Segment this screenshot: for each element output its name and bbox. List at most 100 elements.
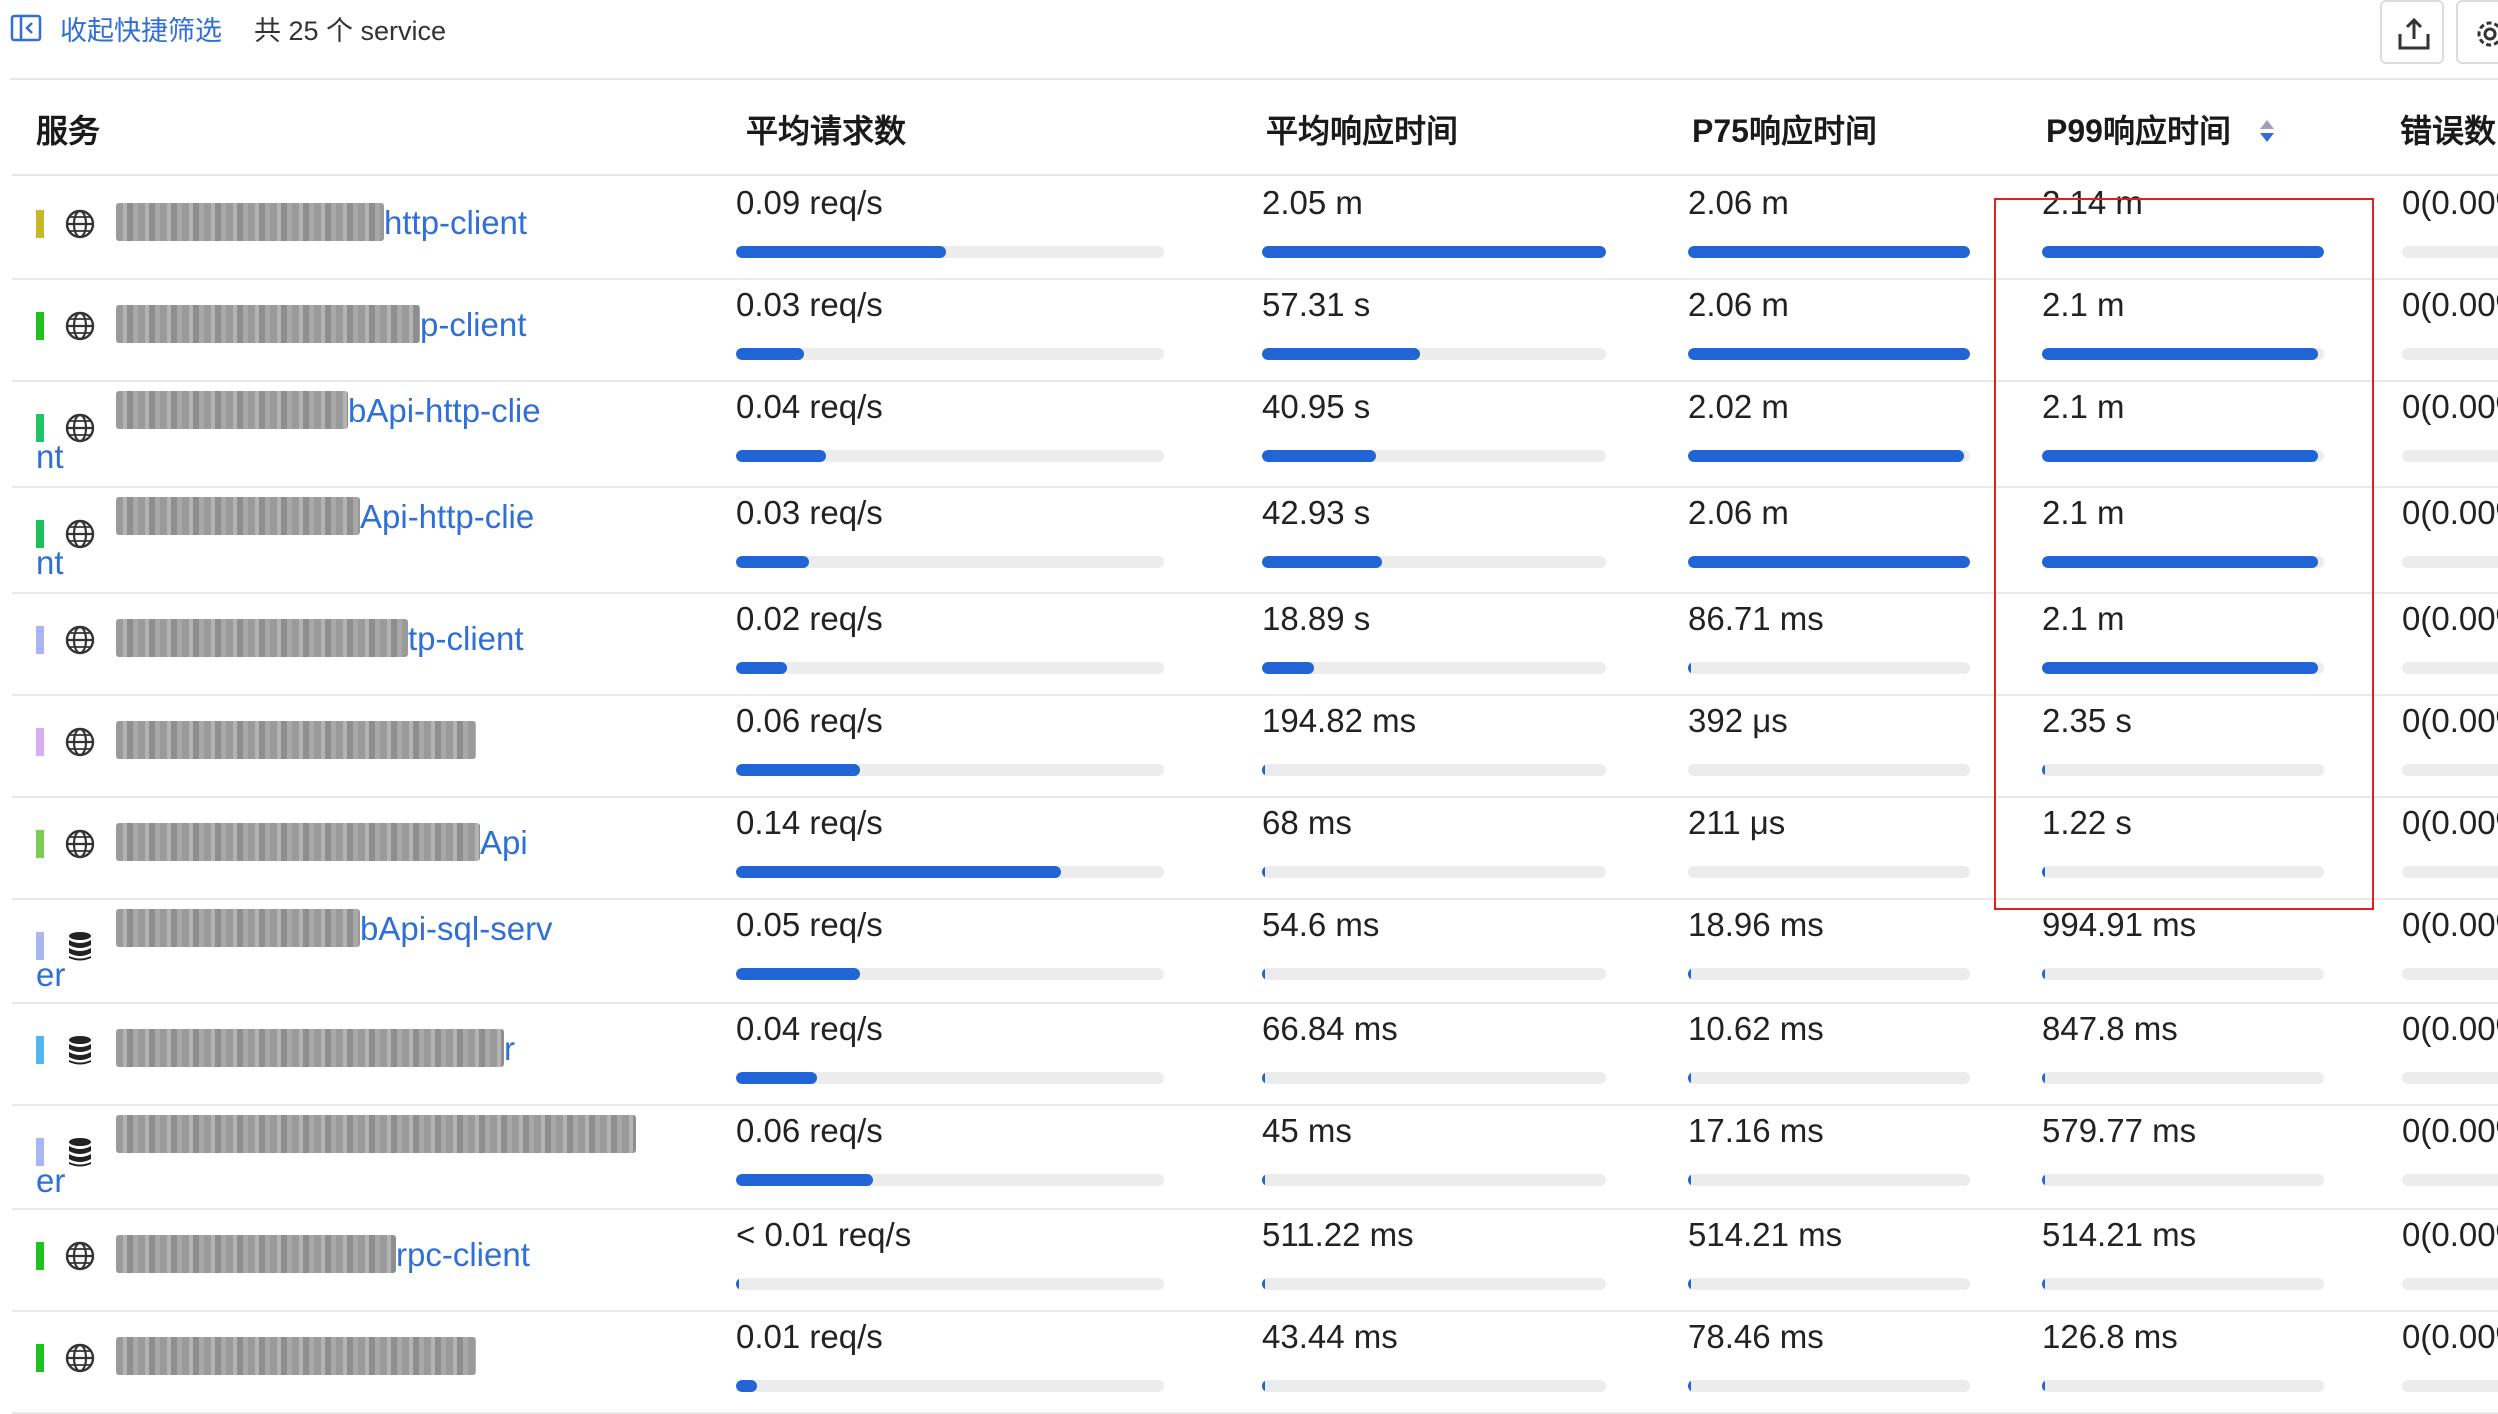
table-row[interactable]: er 0.06 req/s 45 ms 17.16 ms 579.77 ms 0(0.00… xyxy=(12,1104,2498,1210)
table-row[interactable]: bApi-http-clie nt 0.04 req/s 40.95 s 2.02 m 2… xyxy=(12,380,2498,488)
progress-track-req xyxy=(736,866,1164,878)
progress-track-avg xyxy=(1262,968,1606,980)
table-row[interactable]: tp-client 0.02 req/s 18.89 s 86.71 ms 2.1 m 0… xyxy=(12,592,2498,696)
toolbar: 收起快捷筛选 共 25 个 service xyxy=(0,0,2498,64)
cell-p99: 2.1 m xyxy=(2042,494,2125,531)
col-avg-response[interactable]: 平均响应时间 xyxy=(1266,106,1458,152)
export-icon xyxy=(2398,17,2430,50)
col-avg-requests[interactable]: 平均请求数 xyxy=(746,106,906,152)
database-icon xyxy=(64,1034,96,1066)
progress-fill-req xyxy=(736,450,826,462)
table-row[interactable]: p-client 0.03 req/s 57.31 s 2.06 m 2.1 m 0(0.… xyxy=(12,278,2498,382)
service-name-link[interactable]: bApi-http-clie xyxy=(116,386,716,436)
service-name-link[interactable]: p-client xyxy=(116,300,716,350)
settings-button[interactable] xyxy=(2456,0,2498,64)
service-name-link[interactable]: Api xyxy=(116,818,716,868)
progress-fill-p99 xyxy=(2042,1278,2045,1290)
progress-track-req xyxy=(736,450,1164,462)
progress-track-p99 xyxy=(2042,1072,2324,1084)
service-color-marker xyxy=(36,1036,44,1064)
table-row[interactable]: Api 0.14 req/s 68 ms 211 μs 1.22 s 0(0.00%) xyxy=(12,796,2498,900)
cell-err: 0(0.00%) xyxy=(2402,286,2498,323)
cell-p99: 2.1 m xyxy=(2042,388,2125,425)
cell-p75: 17.16 ms xyxy=(1688,1112,1824,1149)
progress-fill-req xyxy=(736,866,1062,878)
globe-icon xyxy=(64,1342,96,1374)
cell-err: 0(0.00%) xyxy=(2402,600,2498,637)
progress-track-p75 xyxy=(1688,968,1970,980)
progress-track-avg xyxy=(1262,662,1606,674)
progress-fill-req xyxy=(736,1174,873,1186)
cell-avg: 66.84 ms xyxy=(1262,1010,1398,1047)
progress-track-req xyxy=(736,1380,1164,1392)
service-color-marker xyxy=(36,1344,44,1372)
progress-track-p99 xyxy=(2042,866,2324,878)
redacted-name xyxy=(116,203,384,242)
table-row[interactable]: http-client 0.09 req/s 2.05 m 2.06 m 2.14 m 0… xyxy=(12,176,2498,280)
cell-req: 0.03 req/s xyxy=(736,494,883,531)
progress-track-err xyxy=(2402,1278,2498,1290)
service-name-text: rpc-client xyxy=(396,1236,530,1273)
col-p99[interactable]: P99响应时间 xyxy=(2046,106,2231,152)
cell-p75: 18.96 ms xyxy=(1688,906,1824,943)
service-name-link[interactable]: Api-http-clie xyxy=(116,492,716,542)
progress-fill-p99 xyxy=(2042,662,2319,674)
service-name-link[interactable]: tp-client xyxy=(116,614,716,664)
progress-track-err xyxy=(2402,246,2498,258)
col-p75[interactable]: P75响应时间 xyxy=(1692,106,1877,152)
service-name-wrap[interactable]: nt xyxy=(36,438,64,476)
sort-icon[interactable] xyxy=(2258,118,2276,149)
progress-fill-p75 xyxy=(1688,348,1970,360)
progress-track-err xyxy=(2402,968,2498,980)
table-row[interactable]: rpc-client < 0.01 req/s 511.22 ms 514.21 ms… xyxy=(12,1208,2498,1312)
redacted-name xyxy=(116,391,348,430)
progress-fill-req xyxy=(736,968,861,980)
service-name-link[interactable]: rpc-client xyxy=(116,1230,716,1280)
progress-track-p75 xyxy=(1688,1174,1970,1186)
cell-req: 0.05 req/s xyxy=(736,906,883,943)
cell-avg: 2.05 m xyxy=(1262,184,1363,221)
progress-fill-p99 xyxy=(2042,1072,2045,1084)
service-name-link[interactable]: r xyxy=(116,1024,716,1074)
progress-track-req xyxy=(736,662,1164,674)
progress-track-avg xyxy=(1262,1072,1606,1084)
service-name-link[interactable] xyxy=(116,716,716,766)
progress-track-p99 xyxy=(2042,968,2324,980)
service-name-wrap[interactable]: er xyxy=(36,1162,65,1200)
collapse-sidebar-icon[interactable] xyxy=(10,12,42,44)
progress-track-p99 xyxy=(2042,1278,2324,1290)
service-name-wrap[interactable]: nt xyxy=(36,544,64,582)
progress-fill-p99 xyxy=(2042,764,2045,776)
progress-fill-req xyxy=(736,348,805,360)
col-errors[interactable]: 错误数 xyxy=(2400,106,2496,152)
table-row[interactable]: bApi-sql-serv er 0.05 req/s 54.6 ms 18.96 ms… xyxy=(12,898,2498,1004)
redacted-name xyxy=(116,1029,504,1068)
service-color-marker xyxy=(36,1242,44,1270)
progress-fill-avg xyxy=(1262,246,1606,258)
globe-icon xyxy=(64,726,96,758)
service-name-text: http-client xyxy=(384,204,528,241)
service-name-wrap[interactable]: er xyxy=(36,956,65,994)
collapse-filters-link[interactable]: 收起快捷筛选 xyxy=(60,9,222,48)
table-row[interactable]: r 0.04 req/s 66.84 ms 10.62 ms 847.8 ms 0(0.0… xyxy=(12,1002,2498,1106)
progress-fill-req xyxy=(736,556,809,568)
progress-track-avg xyxy=(1262,556,1606,568)
table-row[interactable]: 0.06 req/s 194.82 ms 392 μs 2.35 s 0(0.00%) xyxy=(12,694,2498,798)
progress-track-p75 xyxy=(1688,764,1970,776)
service-name-link[interactable]: http-client xyxy=(116,198,716,248)
service-count: 共 25 个 service xyxy=(254,16,447,46)
table-row[interactable]: Api-http-clie nt 0.03 req/s 42.93 s 2.06 m 2.… xyxy=(12,486,2498,594)
table-row[interactable]: 0.01 req/s 43.44 ms 78.46 ms 126.8 ms 0(0.00… xyxy=(12,1310,2498,1414)
progress-track-p99 xyxy=(2042,246,2324,258)
service-name-link[interactable] xyxy=(116,1332,716,1382)
progress-fill-p75 xyxy=(1688,1278,1691,1290)
col-service[interactable]: 服务 xyxy=(36,106,100,152)
service-name-link[interactable] xyxy=(116,1110,716,1160)
service-name-link[interactable]: bApi-sql-serv xyxy=(116,904,716,954)
gear-icon xyxy=(2477,21,2498,47)
cell-req: 0.02 req/s xyxy=(736,600,883,637)
progress-track-avg xyxy=(1262,1380,1606,1392)
export-button[interactable] xyxy=(2380,0,2444,64)
cell-avg: 54.6 ms xyxy=(1262,906,1380,943)
progress-track-p75 xyxy=(1688,866,1970,878)
